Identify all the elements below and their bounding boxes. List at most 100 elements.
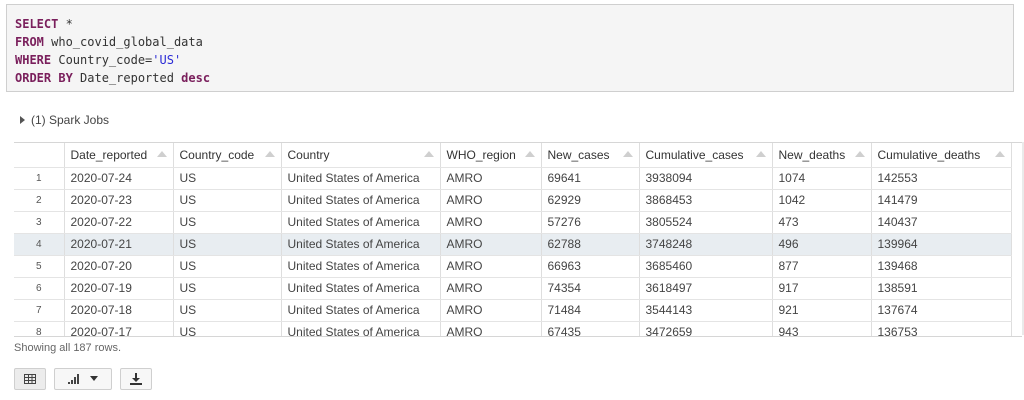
sql-keyword: desc [181,71,211,85]
table-cell: 67435 [541,321,640,336]
column-header[interactable]: Country_code [173,143,282,168]
index-header [14,143,65,168]
row-index: 1 [14,167,65,190]
sort-icon[interactable] [994,151,1005,157]
table-row[interactable]: 3 2020-07-22 US United States of America AMR… [14,211,1012,234]
table-cell: 3685460 [639,255,773,278]
table-row[interactable]: 8 2020-07-17 US United States of America AMR… [14,321,1012,336]
table-cell: 2020-07-18 [64,299,174,322]
column-header[interactable]: Cumulative_cases [639,143,773,168]
row-index: 7 [14,299,65,322]
results-table-container[interactable]: Date_reported Country_code Country WHO_r… [14,142,1022,337]
column-header[interactable]: Cumulative_deaths [871,143,1012,168]
chevron-down-icon[interactable] [90,376,98,382]
table-view-button[interactable] [14,368,46,390]
table-cell: 3472659 [639,321,773,336]
spark-jobs-toggle[interactable]: (1) Spark Jobs [20,113,109,127]
column-header[interactable]: WHO_region [440,143,542,168]
column-header-label: New_deaths [778,147,846,162]
table-cell: 1074 [772,167,872,190]
table-cell: 137674 [871,299,1012,322]
sql-keyword: SELECT [15,17,59,31]
row-index: 6 [14,277,65,300]
column-header[interactable]: Date_reported [64,143,174,168]
spark-jobs-label: (1) Spark Jobs [31,113,110,127]
sort-icon[interactable] [524,151,535,157]
table-row[interactable]: 7 2020-07-18 US United States of America AMR… [14,299,1012,322]
code-line-3: WHERE Country_code='US' [15,51,1013,69]
header-row: Date_reported Country_code Country WHO_r… [14,143,1012,168]
table-cell: United States of America [281,299,441,322]
table-cell: 69641 [541,167,640,190]
table-cell: US [173,233,282,256]
table-cell: United States of America [281,189,441,212]
table-cell: AMRO [440,233,542,256]
sql-string: 'US' [152,53,182,67]
column-header-label: Cumulative_deaths [877,147,981,162]
table-cell: 62929 [541,189,640,212]
table-cell: 140437 [871,211,1012,234]
table-cell: 496 [772,233,872,256]
column-header-label: Cumulative_cases [645,147,744,162]
sort-icon[interactable] [156,151,167,157]
sql-text: who_covid_global_data [43,35,203,49]
table-cell: 943 [772,321,872,336]
table-cell: 62788 [541,233,640,256]
column-header[interactable]: New_cases [541,143,640,168]
row-index: 2 [14,189,65,212]
table-cell: 74354 [541,277,640,300]
sql-code-cell[interactable]: SELECT * FROM who_covid_global_data WHER… [6,4,1014,92]
table-cell: United States of America [281,167,441,190]
table-cell: 3868453 [639,189,773,212]
table-cell: United States of America [281,211,441,234]
table-row[interactable]: 5 2020-07-20 US United States of America AMR… [14,255,1012,278]
table-cell: 877 [772,255,872,278]
table-cell: United States of America [281,233,441,256]
table-cell: US [173,189,282,212]
column-header[interactable]: New_deaths [772,143,872,168]
sort-icon[interactable] [423,151,434,157]
sql-text: Date_reported [72,71,182,85]
table-cell: 139964 [871,233,1012,256]
table-cell: 71484 [541,299,640,322]
row-index: 4 [14,233,65,256]
chart-view-button[interactable] [54,368,112,390]
row-index: 5 [14,255,65,278]
sql-keyword: ORDER BY [15,71,73,85]
table-cell: 2020-07-24 [64,167,174,190]
download-button[interactable] [120,368,152,390]
table-row[interactable]: 6 2020-07-19 US United States of America AMR… [14,277,1012,300]
table-cell: 2020-07-17 [64,321,174,336]
table-cell: 917 [772,277,872,300]
sort-icon[interactable] [854,151,865,157]
table-row[interactable]: 1 2020-07-24 US United States of America AMR… [14,167,1012,190]
caret-right-icon [20,116,25,124]
sql-keyword: WHERE [15,53,52,67]
bar-chart-icon [68,374,79,384]
sort-icon[interactable] [622,151,633,157]
table-cell: 921 [772,299,872,322]
table-row[interactable]: 2 2020-07-23 US United States of America AMR… [14,189,1012,212]
sort-icon[interactable] [264,151,275,157]
row-count-status: Showing all 187 rows. [14,342,122,354]
table-cell: 142553 [871,167,1012,190]
sql-text: Country_code= [51,53,153,67]
table-cell: AMRO [440,189,542,212]
sort-icon[interactable] [755,151,766,157]
table-cell: 3618497 [639,277,773,300]
column-header-label: WHO_region [446,147,516,162]
table-cell: 3748248 [639,233,773,256]
column-header[interactable]: Country [281,143,441,168]
column-header-label: Country [287,147,330,162]
table-cell: United States of America [281,255,441,278]
column-header-label: New_cases [547,147,610,162]
table-cell: AMRO [440,299,542,322]
table-icon [24,374,36,384]
result-toolbar [14,368,152,390]
table-row[interactable]: 4 2020-07-21 US United States of America AMR… [14,233,1012,256]
table-cell: AMRO [440,211,542,234]
table-cell: 473 [772,211,872,234]
table-cell: 139468 [871,255,1012,278]
table-cell: United States of America [281,321,441,336]
column-header-label: Date_reported [70,147,148,162]
